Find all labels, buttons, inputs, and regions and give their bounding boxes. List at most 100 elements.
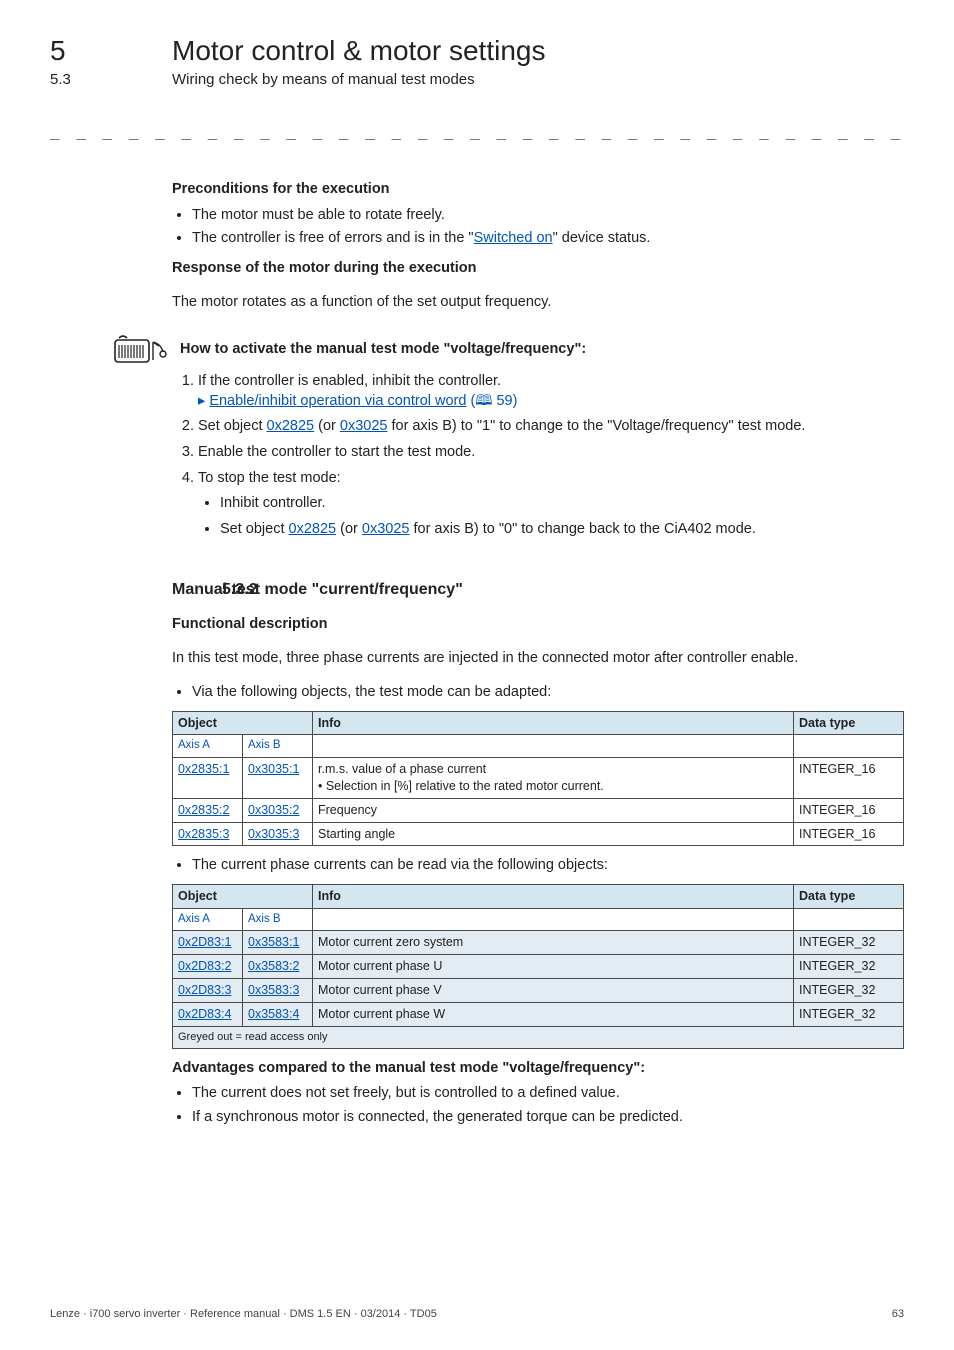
register-link[interactable]: 0x3583:1 [248,935,299,949]
table-row: 0x2835:3 0x3035:3 Starting angle INTEGER… [173,822,904,846]
step-text: (or [336,521,362,537]
howto-heading: How to activate the manual test mode "vo… [180,340,586,360]
register-link[interactable]: 0x3035:1 [248,762,299,776]
register-link[interactable]: 0x3583:3 [248,983,299,997]
functional-description-heading: Functional description [172,615,904,635]
via-bullet: Via the following objects, the test mode… [192,683,904,703]
step-text: for axis B) to "0" to change back to the… [409,521,755,537]
howto-step: If the controller is enabled, inhibit th… [198,372,904,411]
book-icon: (🕮 59) [470,393,517,409]
howto-step: Enable the controller to start the test … [198,443,904,463]
advantage-item: The current does not set freely, but is … [192,1084,904,1104]
table-cell-info: Frequency [313,798,794,822]
section-number: 5.3.2 [222,579,258,601]
table-header-info: Info [313,884,794,908]
table-header-object: Object [173,884,313,908]
section-title-header: Wiring check by means of manual test mod… [172,70,475,90]
howto-steps-list: If the controller is enabled, inhibit th… [172,372,904,539]
response-heading: Response of the motor during the executi… [172,259,904,279]
table-cell-info: Motor current phase U [313,955,794,979]
enable-inhibit-link[interactable]: Enable/inhibit operation via control wor… [198,393,466,409]
table-subheader-axis-a: Axis A [173,735,243,758]
register-link[interactable]: 0x2835:2 [178,803,229,817]
table-cell-datatype: INTEGER_32 [794,955,904,979]
table-header-datatype: Data type [794,711,904,735]
register-link[interactable]: 0x3025 [340,418,388,434]
footer-left: Lenze · i700 servo inverter · Reference … [50,1307,437,1322]
step-text: Set object [220,521,289,537]
table-cell-info: r.m.s. value of a phase current• Selecti… [313,757,794,798]
register-link[interactable]: 0x3583:4 [248,1007,299,1021]
objects-table-2: Object Info Data type Axis A Axis B 0x2D… [172,884,904,1049]
howto-step: Set object 0x2825 (or 0x3025 for axis B)… [198,417,904,437]
advantage-item: If a synchronous motor is connected, the… [192,1108,904,1128]
table-subheader-axis-b: Axis B [243,735,313,758]
functional-description-body: In this test mode, three phase currents … [172,649,904,669]
register-link[interactable]: 0x2825 [289,521,337,537]
chapter-number: 5 [50,32,66,70]
table-header-info: Info [313,711,794,735]
table-header-object: Object [173,711,313,735]
steps-icon [112,332,170,366]
text-plain: The controller is free of errors and is … [192,230,474,246]
enable-inhibit-link-text[interactable]: Enable/inhibit operation via control wor… [209,393,466,409]
table-cell-datatype: INTEGER_16 [794,798,904,822]
table-empty-cell [313,735,794,758]
table-footnote: Greyed out = read access only [173,1026,904,1048]
table-subheader-axis-b: Axis B [243,908,313,931]
table-footnote-row: Greyed out = read access only [173,1026,904,1048]
table-empty-cell [794,735,904,758]
page-number: 63 [892,1307,904,1322]
table-row: 0x2D83:2 0x3583:2 Motor current phase U … [173,955,904,979]
howto-substeps: Inhibit controller. Set object 0x2825 (o… [198,494,904,539]
table-cell-info: Motor current zero system [313,931,794,955]
page-ref-number: 59 [496,393,512,409]
table-cell-datatype: INTEGER_16 [794,822,904,846]
table-header-datatype: Data type [794,884,904,908]
register-link[interactable]: 0x3583:2 [248,959,299,973]
divider-dashed: _ _ _ _ _ _ _ _ _ _ _ _ _ _ _ _ _ _ _ _ … [50,120,904,142]
register-link[interactable]: 0x2D83:3 [178,983,232,997]
preconditions-list: The motor must be able to rotate freely.… [172,206,904,249]
table-cell-datatype: INTEGER_32 [794,1003,904,1027]
register-link[interactable]: 0x2D83:1 [178,935,232,949]
advantages-list: The current does not set freely, but is … [172,1084,904,1127]
howto-substep: Inhibit controller. [220,494,904,514]
current-bullet-list: The current phase currents can be read v… [172,856,904,876]
howto-substep: Set object 0x2825 (or 0x3025 for axis B)… [220,520,904,540]
table-cell-datatype: INTEGER_32 [794,931,904,955]
register-link[interactable]: 0x3035:3 [248,827,299,841]
table-row: 0x2D83:1 0x3583:1 Motor current zero sys… [173,931,904,955]
table-empty-cell [794,908,904,931]
objects-table-1: Object Info Data type Axis A Axis B 0x28… [172,711,904,847]
response-body: The motor rotates as a function of the s… [172,293,904,313]
text-plain: • Selection in [%] relative to the rated… [318,779,604,793]
table-row: 0x2835:2 0x3035:2 Frequency INTEGER_16 [173,798,904,822]
register-link[interactable]: 0x3025 [362,521,410,537]
register-link[interactable]: 0x3035:2 [248,803,299,817]
register-link[interactable]: 0x2D83:4 [178,1007,232,1021]
register-link[interactable]: 0x2825 [267,418,315,434]
table-cell-datatype: INTEGER_32 [794,979,904,1003]
table-row: 0x2D83:4 0x3583:4 Motor current phase W … [173,1003,904,1027]
table-cell-datatype: INTEGER_16 [794,757,904,798]
register-link[interactable]: 0x2D83:2 [178,959,232,973]
step-text: If the controller is enabled, inhibit th… [198,373,501,389]
table-row: 0x2835:1 0x3035:1 r.m.s. value of a phas… [173,757,904,798]
advantages-heading: Advantages compared to the manual test m… [172,1059,904,1079]
preconditions-heading: Preconditions for the execution [172,180,904,200]
chapter-title: Motor control & motor settings [172,32,545,70]
table-cell-info: Motor current phase V [313,979,794,1003]
table-cell-info: Starting angle [313,822,794,846]
current-bullet: The current phase currents can be read v… [192,856,904,876]
table-cell-info: Motor current phase W [313,1003,794,1027]
howto-step: To stop the test mode: Inhibit controlle… [198,469,904,540]
register-link[interactable]: 0x2835:1 [178,762,229,776]
switched-on-link[interactable]: Switched on [474,230,553,246]
section-number-header: 5.3 [50,70,71,90]
register-link[interactable]: 0x2835:3 [178,827,229,841]
text-plain: " device status. [553,230,651,246]
via-bullet-list: Via the following objects, the test mode… [172,683,904,703]
table-empty-cell [313,908,794,931]
table-row: 0x2D83:3 0x3583:3 Motor current phase V … [173,979,904,1003]
